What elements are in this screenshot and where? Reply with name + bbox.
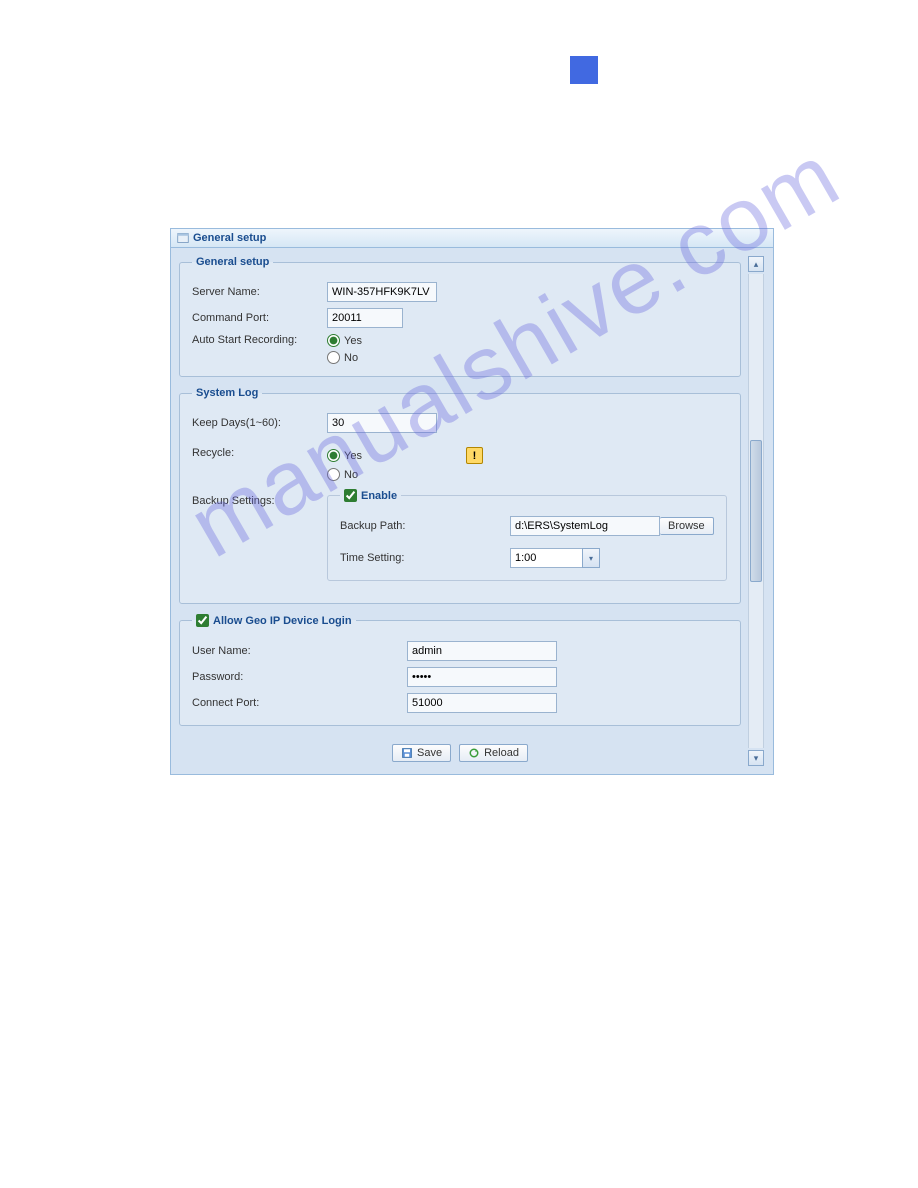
password-input[interactable] (407, 667, 557, 687)
recycle-no-input[interactable] (327, 468, 340, 481)
browse-button-label: Browse (668, 520, 705, 532)
connect-port-label: Connect Port: (192, 697, 407, 709)
reload-button-label: Reload (484, 747, 519, 759)
scroll-thumb[interactable] (750, 440, 762, 582)
browse-button[interactable]: Browse (660, 517, 714, 535)
save-button-label: Save (417, 747, 442, 759)
system-log-legend: System Log (192, 387, 262, 399)
auto-start-yes-label: Yes (344, 335, 362, 347)
backup-path-input[interactable] (510, 516, 660, 536)
recycle-yes-label: Yes (344, 450, 362, 462)
decorative-square (570, 56, 598, 84)
backup-enable-fieldset: Enable Backup Path: Browse Time Setting: (327, 489, 727, 581)
scroll-up-button[interactable]: ▴ (748, 256, 764, 272)
reload-icon (468, 747, 480, 759)
system-log-fieldset: System Log Keep Days(1~60): Recycle: Yes… (179, 387, 741, 604)
warning-icon: ! (466, 447, 483, 464)
backup-settings-label: Backup Settings: (192, 493, 327, 507)
geo-ip-checkbox-wrap[interactable]: Allow Geo IP Device Login (196, 614, 352, 627)
backup-path-label: Backup Path: (340, 520, 510, 532)
enable-label: Enable (361, 490, 397, 502)
connect-port-input[interactable] (407, 693, 557, 713)
save-icon (401, 747, 413, 759)
recycle-yes-radio[interactable]: Yes ! (327, 447, 483, 464)
scroll-down-button[interactable]: ▾ (748, 750, 764, 766)
window-icon (177, 232, 189, 244)
recycle-label: Recycle: (192, 447, 327, 459)
general-setup-panel: General setup General setup Server Name:… (170, 228, 774, 775)
auto-start-yes-radio[interactable]: Yes (327, 334, 362, 347)
keep-days-label: Keep Days(1~60): (192, 417, 327, 429)
user-name-input[interactable] (407, 641, 557, 661)
server-name-input[interactable] (327, 282, 437, 302)
chevron-down-icon[interactable]: ▾ (582, 548, 600, 568)
button-row: Save Reload (179, 744, 741, 762)
panel-title: General setup (193, 232, 266, 244)
geo-ip-fieldset: Allow Geo IP Device Login User Name: Pas… (179, 614, 741, 726)
password-label: Password: (192, 671, 407, 683)
recycle-yes-input[interactable] (327, 449, 340, 462)
scroll-track[interactable] (748, 274, 764, 748)
server-name-label: Server Name: (192, 286, 327, 298)
user-name-label: User Name: (192, 645, 407, 657)
recycle-no-label: No (344, 469, 358, 481)
auto-start-no-input[interactable] (327, 351, 340, 364)
general-setup-fieldset: General setup Server Name: Command Port:… (179, 256, 741, 377)
scrollbar[interactable]: ▴ ▾ (747, 256, 765, 766)
auto-start-no-label: No (344, 352, 358, 364)
command-port-label: Command Port: (192, 312, 327, 324)
command-port-input[interactable] (327, 308, 403, 328)
recycle-no-radio[interactable]: No (327, 468, 483, 481)
panel-header: General setup (171, 229, 773, 248)
keep-days-input[interactable] (327, 413, 437, 433)
general-setup-legend: General setup (192, 256, 273, 268)
auto-start-yes-input[interactable] (327, 334, 340, 347)
auto-start-label: Auto Start Recording: (192, 334, 327, 346)
enable-checkbox[interactable] (344, 489, 357, 502)
time-setting-select[interactable]: ▾ (510, 548, 600, 568)
auto-start-no-radio[interactable]: No (327, 351, 362, 364)
enable-checkbox-wrap[interactable]: Enable (344, 489, 397, 502)
reload-button[interactable]: Reload (459, 744, 528, 762)
geo-ip-checkbox[interactable] (196, 614, 209, 627)
geo-ip-legend: Allow Geo IP Device Login (213, 615, 352, 627)
time-setting-label: Time Setting: (340, 552, 510, 564)
save-button[interactable]: Save (392, 744, 451, 762)
